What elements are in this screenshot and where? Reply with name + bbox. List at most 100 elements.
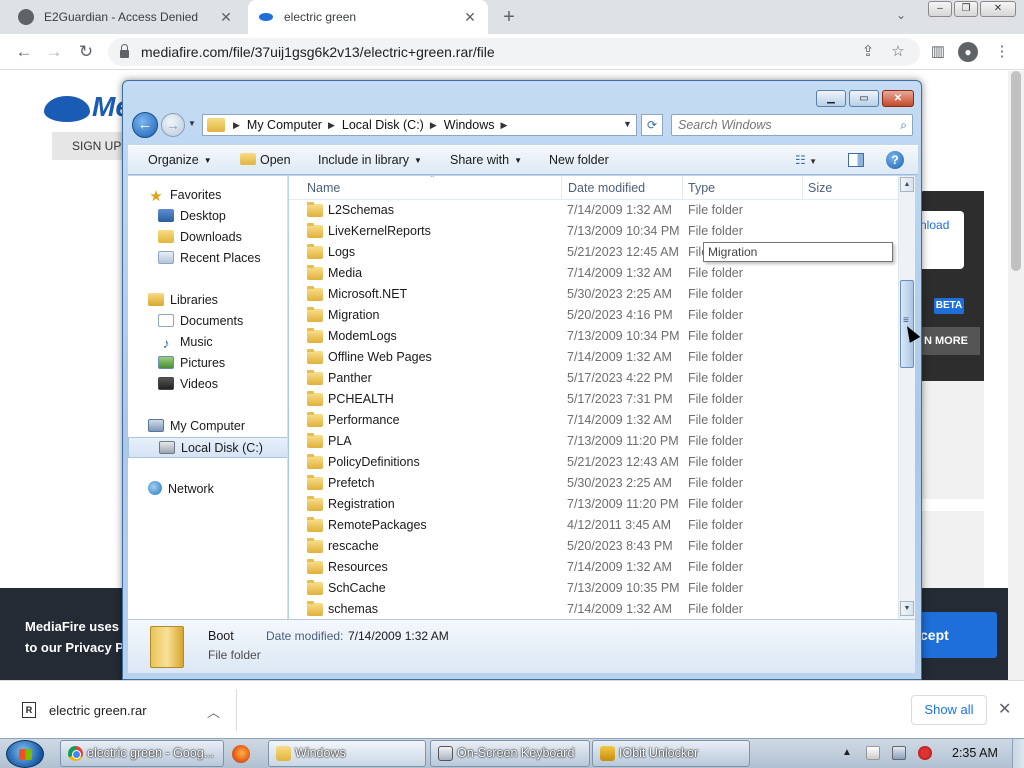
file-row[interactable]: SchCache 7/13/2009 10:35 PM File folder — [289, 578, 903, 599]
preview-pane-icon[interactable] — [848, 153, 864, 167]
breadcrumb-separator-icon[interactable]: ▶ — [500, 120, 507, 131]
file-row[interactable]: PLA 7/13/2009 11:20 PM File folder — [289, 431, 903, 452]
show-desktop-button[interactable] — [1012, 739, 1024, 768]
nav-item-downloads[interactable]: Downloads — [128, 227, 287, 248]
page-scrollbar[interactable] — [1008, 71, 1024, 680]
column-header-type[interactable]: Type — [688, 181, 715, 195]
column-header-size[interactable]: Size — [808, 181, 832, 195]
new-folder-button[interactable]: New folder — [549, 153, 609, 167]
tab-electric-green[interactable]: electric green ✕ — [248, 0, 488, 34]
column-header-date-modified[interactable]: Date modified — [568, 181, 645, 195]
file-row[interactable]: rescache 5/20/2023 8:43 PM File folder — [289, 536, 903, 557]
volume-muted-icon[interactable] — [918, 746, 932, 760]
breadcrumb-local-disk[interactable]: Local Disk (C:) — [342, 118, 424, 132]
nav-item-music[interactable]: ♪ Music — [128, 332, 287, 353]
forward-button[interactable]: → — [42, 40, 66, 64]
breadcrumb-separator-icon[interactable]: ▶ — [328, 120, 335, 131]
reload-button[interactable]: ↻ — [74, 40, 98, 64]
column-header-name[interactable]: Name — [307, 181, 340, 195]
help-icon[interactable]: ? — [886, 151, 904, 169]
profile-avatar[interactable]: ● — [958, 42, 978, 62]
page-scrollbar-thumb[interactable] — [1011, 71, 1021, 271]
explorer-forward-button[interactable]: → — [161, 113, 185, 137]
file-row[interactable]: Migration 5/20/2023 4:16 PM File folder — [289, 305, 903, 326]
taskbar-item-iobit-unlocker[interactable]: IObit Unlocker — [592, 740, 750, 767]
nav-item-recent-places[interactable]: Recent Places — [128, 248, 287, 269]
breadcrumb-separator-icon[interactable]: ▶ — [233, 120, 240, 131]
nav-favorites[interactable]: ★ Favorites — [128, 185, 287, 206]
close-shelf-icon[interactable]: ✕ — [998, 699, 1011, 719]
close-browser-button[interactable]: ✕ — [980, 1, 1016, 17]
nav-item-local-disk[interactable]: Local Disk (C:) — [128, 437, 287, 458]
refresh-icon[interactable]: ⟳ — [641, 114, 663, 136]
nav-my-computer[interactable]: My Computer — [128, 416, 287, 437]
bookmark-star-icon[interactable]: ☆ — [888, 42, 908, 62]
tab-close-icon[interactable]: ✕ — [462, 9, 478, 26]
file-row[interactable]: PolicyDefinitions 5/21/2023 12:43 AM File … — [289, 452, 903, 473]
nav-libraries[interactable]: Libraries — [128, 290, 287, 311]
show-hidden-icons-button[interactable]: ▲ — [842, 747, 852, 758]
file-row[interactable]: schemas 7/14/2009 1:32 AM File folder — [289, 599, 903, 619]
breadcrumb-windows[interactable]: Windows — [444, 118, 495, 132]
taskbar-item-chrome[interactable]: electric green - Goog... — [60, 740, 224, 767]
search-box[interactable]: ⌕ — [671, 114, 913, 136]
breadcrumb-separator-icon[interactable]: ▶ — [430, 120, 437, 131]
explorer-minimize-button[interactable]: ▁ — [816, 90, 846, 107]
include-in-library-menu[interactable]: Include in library ▼ — [318, 153, 422, 167]
open-button[interactable]: Open — [240, 153, 291, 167]
change-view-icon[interactable]: ☷ ▼ — [795, 153, 817, 167]
explorer-address-bar[interactable]: ▶ My Computer ▶ Local Disk (C:) ▶ Window… — [202, 114, 637, 136]
file-row[interactable]: LiveKernelReports 7/13/2009 10:34 PM File … — [289, 221, 903, 242]
file-row[interactable]: RemotePackages 4/12/2011 3:45 AM File fold… — [289, 515, 903, 536]
nav-item-documents[interactable]: Documents — [128, 311, 287, 332]
search-icon[interactable]: ⌕ — [900, 118, 907, 133]
breadcrumb-my-computer[interactable]: My Computer — [247, 118, 322, 132]
network-tray-icon[interactable] — [892, 746, 906, 760]
file-row[interactable]: Resources 7/14/2009 1:32 AM File folder — [289, 557, 903, 578]
explorer-back-button[interactable]: ← — [132, 112, 158, 138]
file-row[interactable]: Registration 7/13/2009 11:20 PM File folde… — [289, 494, 903, 515]
address-bar[interactable]: mediafire.com/file/37uij1gsg6k2v13/elect… — [108, 38, 920, 66]
new-tab-button[interactable]: + — [498, 6, 520, 29]
share-with-menu[interactable]: Share with ▼ — [450, 153, 522, 167]
side-panel-icon[interactable]: ▥ — [928, 42, 948, 62]
explorer-maximize-button[interactable]: ▭ — [849, 90, 879, 107]
file-row[interactable]: Panther 5/17/2023 4:22 PM File folder — [289, 368, 903, 389]
tab-e2guardian[interactable]: E2Guardian - Access Denied ✕ — [8, 0, 244, 34]
file-row[interactable]: L2Schemas 7/14/2009 1:32 AM File folder — [289, 200, 903, 221]
address-history-dropdown-icon[interactable]: ▼ — [623, 119, 632, 129]
column-divider[interactable] — [802, 176, 803, 200]
action-center-icon[interactable] — [866, 746, 880, 760]
download-button[interactable]: nload — [920, 211, 964, 269]
taskbar-item-on-screen-keyboard[interactable]: On-Screen Keyboard — [430, 740, 590, 767]
file-list-scrollbar[interactable]: ▲ ▼ — [898, 176, 915, 619]
mediafire-logo[interactable]: Me — [44, 91, 131, 123]
explorer-close-button[interactable]: ✕ — [882, 90, 914, 107]
download-item-name[interactable]: electric green.rar — [49, 703, 147, 718]
share-icon[interactable]: ⇪ — [858, 42, 878, 62]
file-row[interactable]: Microsoft.NET 5/30/2023 2:25 AM File folde… — [289, 284, 903, 305]
download-options-chevron-icon[interactable]: ︿ — [207, 702, 220, 721]
column-divider[interactable] — [682, 176, 683, 200]
file-row[interactable]: Performance 7/14/2009 1:32 AM File folder — [289, 410, 903, 431]
menu-kebab-icon[interactable]: ⋮ — [992, 42, 1012, 62]
tab-close-icon[interactable]: ✕ — [218, 9, 234, 26]
scroll-down-button[interactable]: ▼ — [900, 601, 914, 616]
nav-item-desktop[interactable]: Desktop — [128, 206, 287, 227]
tab-search-chevron-icon[interactable]: ⌄ — [896, 8, 906, 22]
file-row[interactable]: PCHEALTH 5/17/2023 7:31 PM File folder — [289, 389, 903, 410]
recent-pages-dropdown-icon[interactable]: ▼ — [188, 119, 196, 128]
nav-item-videos[interactable]: Videos — [128, 374, 287, 395]
minimize-browser-button[interactable]: – — [928, 1, 952, 17]
scroll-up-button[interactable]: ▲ — [900, 177, 914, 192]
file-row[interactable]: Offline Web Pages 7/14/2009 1:32 AM File f… — [289, 347, 903, 368]
column-divider[interactable] — [561, 176, 562, 200]
nav-network[interactable]: Network — [128, 479, 287, 500]
file-row[interactable]: Prefetch 5/30/2023 2:25 AM File folder — [289, 473, 903, 494]
file-row[interactable]: ModemLogs 7/13/2009 10:34 PM File folder — [289, 326, 903, 347]
start-button[interactable] — [6, 740, 44, 768]
accept-cookies-button[interactable]: cept — [912, 612, 997, 658]
file-row[interactable]: Media 7/14/2009 1:32 AM File folder — [289, 263, 903, 284]
firefox-icon[interactable] — [232, 745, 250, 763]
restore-browser-button[interactable]: ❐ — [954, 1, 978, 17]
